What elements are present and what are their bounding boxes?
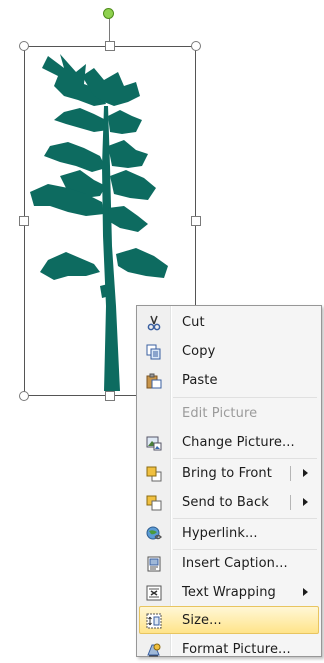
context-menu: Cut Copy Paste Edit Picture Change Pictu… xyxy=(136,305,322,657)
menu-item-insert-caption[interactable]: Insert Caption... xyxy=(139,549,319,577)
change-picture-icon xyxy=(145,434,163,452)
menu-item-label: Cut xyxy=(182,315,205,330)
scissors-icon xyxy=(145,314,163,332)
send-to-back-icon xyxy=(145,494,163,512)
menu-item-label: Paste xyxy=(182,373,218,388)
menu-item-cut[interactable]: Cut xyxy=(139,308,319,336)
menu-item-label: Size... xyxy=(182,613,222,628)
resize-handle-top[interactable] xyxy=(105,41,115,51)
resize-handle-top-left[interactable] xyxy=(19,41,29,51)
menu-separator xyxy=(173,397,317,398)
resize-handle-top-right[interactable] xyxy=(191,41,201,51)
menu-item-size[interactable]: Size... xyxy=(139,606,319,634)
resize-handle-bottom-left[interactable] xyxy=(19,391,29,401)
insert-caption-icon xyxy=(145,555,163,573)
submenu-arrow-icon[interactable] xyxy=(303,469,308,477)
menu-item-change-picture[interactable]: Change Picture... xyxy=(139,428,319,456)
menu-item-send-to-back[interactable]: Send to Back xyxy=(139,488,319,516)
menu-item-label: Insert Caption... xyxy=(182,556,288,571)
menu-item-label: Copy xyxy=(182,344,216,359)
menu-item-bring-to-front[interactable]: Bring to Front xyxy=(139,459,319,487)
menu-item-label: Edit Picture xyxy=(182,406,258,421)
format-picture-icon xyxy=(145,641,163,659)
text-wrapping-icon xyxy=(145,584,163,602)
menu-item-label: Change Picture... xyxy=(182,435,295,450)
menu-item-edit-picture: Edit Picture xyxy=(139,399,319,427)
split-separator xyxy=(290,495,291,510)
size-icon xyxy=(145,612,163,630)
menu-item-copy[interactable]: Copy xyxy=(139,337,319,365)
menu-item-label: Hyperlink... xyxy=(182,526,258,541)
menu-item-paste[interactable]: Paste xyxy=(139,366,319,394)
copy-icon xyxy=(145,343,163,361)
rotation-handle[interactable] xyxy=(103,8,114,19)
resize-handle-left[interactable] xyxy=(19,216,29,226)
menu-item-label: Bring to Front xyxy=(182,466,272,481)
paste-icon xyxy=(145,372,163,390)
menu-item-label: Format Picture... xyxy=(182,642,291,657)
submenu-arrow-icon[interactable] xyxy=(303,498,308,506)
bring-to-front-icon xyxy=(145,465,163,483)
menu-item-label: Send to Back xyxy=(182,495,269,510)
menu-item-label: Text Wrapping xyxy=(182,585,276,600)
menu-item-hyperlink[interactable]: Hyperlink... xyxy=(139,519,319,547)
hyperlink-globe-icon xyxy=(145,525,163,543)
resize-handle-bottom[interactable] xyxy=(105,391,115,401)
resize-handle-right[interactable] xyxy=(191,216,201,226)
menu-item-text-wrapping[interactable]: Text Wrapping xyxy=(139,578,319,606)
split-separator xyxy=(290,466,291,481)
submenu-arrow-icon[interactable] xyxy=(303,588,308,596)
